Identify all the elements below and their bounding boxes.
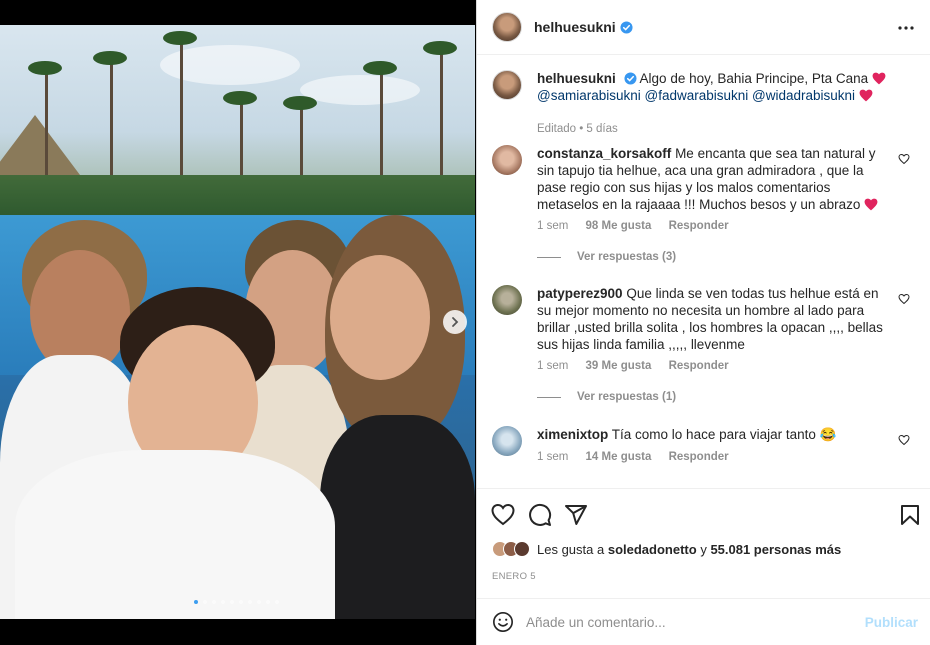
reply-button[interactable]: Responder — [669, 451, 729, 463]
more-dots-icon — [898, 26, 914, 30]
publish-button[interactable]: Publicar — [865, 615, 918, 630]
red-heart-icon — [864, 198, 878, 211]
mention-link[interactable]: @fadwarabisukni — [645, 88, 749, 103]
likes-others-link[interactable]: 55.081 personas más — [710, 542, 841, 557]
avatar[interactable] — [492, 12, 522, 42]
next-photo-button[interactable] — [443, 310, 467, 334]
avatar[interactable] — [492, 426, 522, 456]
view-replies-button[interactable]: Ver respuestas (1) — [537, 391, 676, 403]
comment-time[interactable]: 1 sem — [537, 220, 568, 232]
view-replies-label: Ver respuestas (1) — [577, 391, 677, 403]
caption-text: Algo de hoy, Bahia Principe, Pta Cana — [639, 71, 869, 86]
like-heart-icon[interactable] — [491, 503, 515, 527]
comment-likes[interactable]: 98 Me gusta — [586, 220, 652, 232]
caption-username[interactable]: helhuesukni — [537, 71, 616, 86]
comment-input[interactable] — [526, 614, 846, 630]
red-heart-icon — [872, 72, 886, 85]
save-bookmark-icon[interactable] — [898, 503, 922, 527]
carousel-dot — [221, 600, 225, 604]
post-photo[interactable] — [0, 25, 475, 619]
like-comment-heart-icon[interactable] — [898, 153, 910, 165]
comment-likes[interactable]: 14 Me gusta — [586, 451, 652, 463]
post-date[interactable]: ENERO 5 — [492, 571, 536, 582]
mention-link[interactable]: @widadrabisukni — [752, 88, 855, 103]
view-replies-label: Ver respuestas (3) — [577, 251, 677, 263]
details-panel: helhuesukni helhuesukni Algo de hoy, Bah… — [476, 0, 930, 645]
post-header: helhuesukni — [477, 0, 930, 55]
caption-meta: Editado • 5 días — [537, 123, 618, 135]
view-replies-button[interactable]: Ver respuestas (3) — [537, 251, 676, 263]
emoji-smiley-icon[interactable] — [492, 611, 514, 633]
red-heart-icon — [859, 89, 873, 102]
post-modal: helhuesukni helhuesukni Algo de hoy, Bah… — [0, 0, 930, 645]
post-username[interactable]: helhuesukni — [534, 19, 616, 35]
likes-joiner: y — [700, 541, 707, 557]
avatar[interactable] — [514, 541, 530, 557]
comment-meta: 1 sem 14 Me gusta Responder — [537, 451, 743, 463]
carousel-dot — [275, 600, 279, 604]
carousel-dot — [212, 600, 216, 604]
carousel-dots — [194, 600, 279, 604]
comment-text: Tía como lo hace para viajar tanto 😂 — [611, 427, 837, 442]
comment-username[interactable]: constanza_korsakoff — [537, 146, 671, 161]
comment-time[interactable]: 1 sem — [537, 451, 568, 463]
comment-composer: Publicar — [477, 598, 930, 645]
carousel-dot — [266, 600, 270, 604]
carousel-dot — [248, 600, 252, 604]
media-panel — [0, 0, 475, 645]
like-comment-heart-icon[interactable] — [898, 434, 910, 446]
comment-likes[interactable]: 39 Me gusta — [586, 360, 652, 372]
likes-summary: Les gusta a soledadonetto y 55.081 perso… — [492, 541, 841, 557]
comments-list: helhuesukni Algo de hoy, Bahia Principe,… — [477, 56, 930, 488]
carousel-dot — [203, 600, 207, 604]
comment-username[interactable]: ximenixtop — [537, 427, 608, 442]
more-options-button[interactable] — [896, 18, 916, 38]
comment-username[interactable]: patyperez900 — [537, 286, 623, 301]
comment-bubble-icon[interactable] — [528, 503, 552, 527]
likes-prefix: Les gusta a — [537, 541, 605, 557]
verified-badge-icon — [620, 20, 633, 34]
carousel-dot — [194, 600, 198, 604]
avatar[interactable] — [492, 145, 522, 175]
chevron-right-icon — [452, 317, 459, 327]
comment-meta: 1 sem 98 Me gusta Responder — [537, 220, 743, 232]
likes-user-link[interactable]: soledadonetto — [608, 542, 697, 557]
comment-meta: 1 sem 39 Me gusta Responder — [537, 360, 743, 372]
carousel-dot — [257, 600, 261, 604]
carousel-dot — [230, 600, 234, 604]
verified-badge-icon — [623, 72, 637, 85]
avatar[interactable] — [492, 285, 522, 315]
like-comment-heart-icon[interactable] — [898, 293, 910, 305]
reply-button[interactable]: Responder — [669, 220, 729, 232]
post-actions: Les gusta a soledadonetto y 55.081 perso… — [477, 488, 930, 598]
avatar[interactable] — [492, 70, 522, 100]
reply-button[interactable]: Responder — [669, 360, 729, 372]
share-paper-plane-icon[interactable] — [564, 503, 588, 527]
mention-link[interactable]: @samiarabisukni — [537, 88, 641, 103]
carousel-dot — [239, 600, 243, 604]
comment-time[interactable]: 1 sem — [537, 360, 568, 372]
